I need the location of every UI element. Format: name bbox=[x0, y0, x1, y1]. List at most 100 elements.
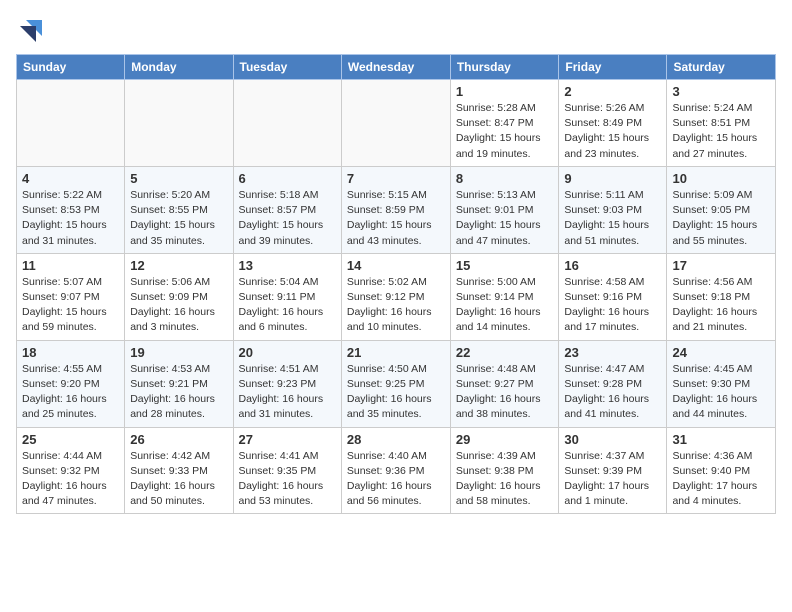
day-info: Sunrise: 4:50 AM Sunset: 9:25 PM Dayligh… bbox=[347, 362, 445, 423]
day-cell: 29Sunrise: 4:39 AM Sunset: 9:38 PM Dayli… bbox=[450, 427, 559, 514]
day-number: 5 bbox=[130, 171, 227, 186]
day-number: 14 bbox=[347, 258, 445, 273]
day-info: Sunrise: 5:15 AM Sunset: 8:59 PM Dayligh… bbox=[347, 188, 445, 249]
day-cell: 20 Sunrise: 4:51 AM Sunset: 9:23 PM Dayli… bbox=[233, 340, 341, 427]
day-cell: 11Sunrise: 5:07 AM Sunset: 9:07 PM Dayli… bbox=[17, 253, 125, 340]
day-info: Sunrise: 5:00 AM Sunset: 9:14 PM Dayligh… bbox=[456, 275, 554, 336]
week-row-5: 25 Sunrise: 4:44 AM Sunset: 9:32 PM Dayli… bbox=[17, 427, 776, 514]
day-number: 26 bbox=[130, 432, 227, 447]
day-cell: 9 Sunrise: 5:11 AM Sunset: 9:03 PM Daylig… bbox=[559, 166, 667, 253]
day-info: Sunrise: 5:13 AM Sunset: 9:01 PM Dayligh… bbox=[456, 188, 554, 249]
day-info: Sunrise: 4:58 AM Sunset: 9:16 PM Dayligh… bbox=[564, 275, 661, 336]
day-info: Sunrise: 5:18 AM Sunset: 8:57 PM Dayligh… bbox=[239, 188, 336, 249]
day-number: 11 bbox=[22, 258, 119, 273]
day-info: Sunrise: 4:41 AM Sunset: 9:35 PM Dayligh… bbox=[239, 449, 336, 510]
header-cell-tuesday: Tuesday bbox=[233, 55, 341, 80]
day-info: Sunrise: 5:26 AM Sunset: 8:49 PM Dayligh… bbox=[564, 101, 661, 162]
day-number: 21 bbox=[347, 345, 445, 360]
day-cell: 13 Sunrise: 5:04 AM Sunset: 9:11 PM Dayli… bbox=[233, 253, 341, 340]
header-cell-saturday: Saturday bbox=[667, 55, 776, 80]
day-cell: 25 Sunrise: 4:44 AM Sunset: 9:32 PM Dayli… bbox=[17, 427, 125, 514]
day-number: 12 bbox=[130, 258, 227, 273]
calendar-table: SundayMondayTuesdayWednesdayThursdayFrid… bbox=[16, 54, 776, 514]
calendar-header: SundayMondayTuesdayWednesdayThursdayFrid… bbox=[17, 55, 776, 80]
day-info: Sunrise: 5:11 AM Sunset: 9:03 PM Dayligh… bbox=[564, 188, 661, 249]
day-number: 24 bbox=[672, 345, 770, 360]
day-info: Sunrise: 4:42 AM Sunset: 9:33 PM Dayligh… bbox=[130, 449, 227, 510]
day-cell bbox=[125, 80, 233, 167]
day-cell: 19Sunrise: 4:53 AM Sunset: 9:21 PM Dayli… bbox=[125, 340, 233, 427]
day-info: Sunrise: 4:47 AM Sunset: 9:28 PM Dayligh… bbox=[564, 362, 661, 423]
day-cell: 6 Sunrise: 5:18 AM Sunset: 8:57 PM Daylig… bbox=[233, 166, 341, 253]
day-cell: 1 Sunrise: 5:28 AM Sunset: 8:47 PM Daylig… bbox=[450, 80, 559, 167]
day-number: 20 bbox=[239, 345, 336, 360]
day-number: 6 bbox=[239, 171, 336, 186]
day-number: 16 bbox=[564, 258, 661, 273]
day-info: Sunrise: 4:56 AM Sunset: 9:18 PM Dayligh… bbox=[672, 275, 770, 336]
day-info: Sunrise: 4:48 AM Sunset: 9:27 PM Dayligh… bbox=[456, 362, 554, 423]
day-number: 2 bbox=[564, 84, 661, 99]
week-row-2: 4Sunrise: 5:22 AM Sunset: 8:53 PM Daylig… bbox=[17, 166, 776, 253]
day-info: Sunrise: 5:28 AM Sunset: 8:47 PM Dayligh… bbox=[456, 101, 554, 162]
day-cell: 18Sunrise: 4:55 AM Sunset: 9:20 PM Dayli… bbox=[17, 340, 125, 427]
day-cell: 8Sunrise: 5:13 AM Sunset: 9:01 PM Daylig… bbox=[450, 166, 559, 253]
logo bbox=[16, 16, 50, 46]
day-number: 9 bbox=[564, 171, 661, 186]
week-row-1: 1 Sunrise: 5:28 AM Sunset: 8:47 PM Daylig… bbox=[17, 80, 776, 167]
day-cell bbox=[233, 80, 341, 167]
day-cell: 23 Sunrise: 4:47 AM Sunset: 9:28 PM Dayli… bbox=[559, 340, 667, 427]
calendar-body: 1 Sunrise: 5:28 AM Sunset: 8:47 PM Daylig… bbox=[17, 80, 776, 514]
day-number: 3 bbox=[672, 84, 770, 99]
page-header bbox=[16, 16, 776, 46]
day-info: Sunrise: 5:24 AM Sunset: 8:51 PM Dayligh… bbox=[672, 101, 770, 162]
day-cell: 31Sunrise: 4:36 AM Sunset: 9:40 PM Dayli… bbox=[667, 427, 776, 514]
day-number: 28 bbox=[347, 432, 445, 447]
day-number: 25 bbox=[22, 432, 119, 447]
day-number: 18 bbox=[22, 345, 119, 360]
day-number: 17 bbox=[672, 258, 770, 273]
day-cell: 17 Sunrise: 4:56 AM Sunset: 9:18 PM Dayli… bbox=[667, 253, 776, 340]
day-number: 29 bbox=[456, 432, 554, 447]
day-info: Sunrise: 4:53 AM Sunset: 9:21 PM Dayligh… bbox=[130, 362, 227, 423]
day-number: 15 bbox=[456, 258, 554, 273]
day-number: 30 bbox=[564, 432, 661, 447]
day-cell: 12Sunrise: 5:06 AM Sunset: 9:09 PM Dayli… bbox=[125, 253, 233, 340]
day-number: 23 bbox=[564, 345, 661, 360]
day-cell: 30 Sunrise: 4:37 AM Sunset: 9:39 PM Dayli… bbox=[559, 427, 667, 514]
day-info: Sunrise: 5:04 AM Sunset: 9:11 PM Dayligh… bbox=[239, 275, 336, 336]
day-info: Sunrise: 5:02 AM Sunset: 9:12 PM Dayligh… bbox=[347, 275, 445, 336]
day-cell bbox=[341, 80, 450, 167]
day-info: Sunrise: 5:20 AM Sunset: 8:55 PM Dayligh… bbox=[130, 188, 227, 249]
header-cell-thursday: Thursday bbox=[450, 55, 559, 80]
header-row: SundayMondayTuesdayWednesdayThursdayFrid… bbox=[17, 55, 776, 80]
day-info: Sunrise: 4:51 AM Sunset: 9:23 PM Dayligh… bbox=[239, 362, 336, 423]
header-cell-sunday: Sunday bbox=[17, 55, 125, 80]
day-info: Sunrise: 4:44 AM Sunset: 9:32 PM Dayligh… bbox=[22, 449, 119, 510]
day-cell: 7 Sunrise: 5:15 AM Sunset: 8:59 PM Daylig… bbox=[341, 166, 450, 253]
day-number: 1 bbox=[456, 84, 554, 99]
day-cell: 14 Sunrise: 5:02 AM Sunset: 9:12 PM Dayli… bbox=[341, 253, 450, 340]
day-cell: 5 Sunrise: 5:20 AM Sunset: 8:55 PM Daylig… bbox=[125, 166, 233, 253]
logo-icon bbox=[16, 16, 46, 46]
day-number: 27 bbox=[239, 432, 336, 447]
day-info: Sunrise: 4:45 AM Sunset: 9:30 PM Dayligh… bbox=[672, 362, 770, 423]
day-info: Sunrise: 4:40 AM Sunset: 9:36 PM Dayligh… bbox=[347, 449, 445, 510]
header-cell-wednesday: Wednesday bbox=[341, 55, 450, 80]
day-cell: 16 Sunrise: 4:58 AM Sunset: 9:16 PM Dayli… bbox=[559, 253, 667, 340]
day-info: Sunrise: 5:09 AM Sunset: 9:05 PM Dayligh… bbox=[672, 188, 770, 249]
day-number: 22 bbox=[456, 345, 554, 360]
day-number: 13 bbox=[239, 258, 336, 273]
day-info: Sunrise: 4:37 AM Sunset: 9:39 PM Dayligh… bbox=[564, 449, 661, 510]
day-cell bbox=[17, 80, 125, 167]
day-cell: 26 Sunrise: 4:42 AM Sunset: 9:33 PM Dayli… bbox=[125, 427, 233, 514]
day-cell: 27 Sunrise: 4:41 AM Sunset: 9:35 PM Dayli… bbox=[233, 427, 341, 514]
day-number: 4 bbox=[22, 171, 119, 186]
week-row-4: 18Sunrise: 4:55 AM Sunset: 9:20 PM Dayli… bbox=[17, 340, 776, 427]
day-cell: 28 Sunrise: 4:40 AM Sunset: 9:36 PM Dayli… bbox=[341, 427, 450, 514]
header-cell-monday: Monday bbox=[125, 55, 233, 80]
day-number: 10 bbox=[672, 171, 770, 186]
day-number: 7 bbox=[347, 171, 445, 186]
day-cell: 22 Sunrise: 4:48 AM Sunset: 9:27 PM Dayli… bbox=[450, 340, 559, 427]
day-cell: 10 Sunrise: 5:09 AM Sunset: 9:05 PM Dayli… bbox=[667, 166, 776, 253]
day-cell: 24 Sunrise: 4:45 AM Sunset: 9:30 PM Dayli… bbox=[667, 340, 776, 427]
